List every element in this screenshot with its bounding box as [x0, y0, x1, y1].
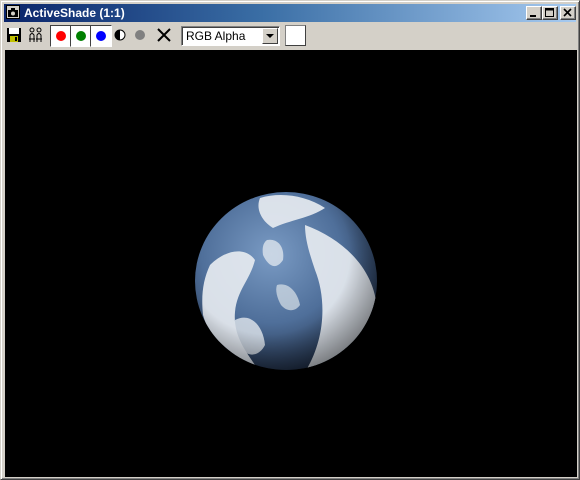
close-icon [563, 8, 572, 17]
clone-icon [29, 27, 42, 42]
maximize-icon [545, 8, 554, 17]
green-channel-button[interactable] [70, 25, 92, 47]
blue-dot-icon [96, 31, 106, 41]
toolbar: RGB Alpha [4, 23, 576, 49]
dropdown-arrow-button[interactable] [262, 28, 278, 44]
planet-render [195, 192, 377, 370]
gray-dot-icon [135, 30, 145, 40]
minimize-button[interactable] [526, 6, 542, 20]
blue-channel-button[interactable] [90, 25, 112, 47]
maximize-button[interactable] [542, 6, 558, 20]
save-image-button[interactable] [4, 25, 26, 47]
title-bar[interactable]: ActiveShade (1:1) [4, 4, 576, 22]
x-icon [157, 28, 171, 42]
clone-button[interactable] [26, 25, 48, 47]
close-button[interactable] [560, 6, 576, 20]
channel-select[interactable]: RGB Alpha [181, 26, 280, 46]
red-dot-icon [56, 31, 66, 41]
color-swatch[interactable] [285, 25, 306, 46]
green-dot-icon [76, 31, 86, 41]
clear-button[interactable] [154, 25, 176, 47]
red-channel-button[interactable] [50, 25, 72, 47]
monochrome-button[interactable] [110, 25, 132, 47]
window-title: ActiveShade (1:1) [24, 6, 125, 20]
render-viewport[interactable] [5, 50, 577, 477]
alpha-channel-button[interactable] [130, 25, 152, 47]
camera-icon[interactable] [6, 5, 20, 19]
activeshade-window: ActiveShade (1:1) RGB Alpha [0, 0, 580, 480]
chevron-down-icon [266, 34, 274, 38]
floppy-disk-icon [7, 28, 21, 42]
channel-select-value: RGB Alpha [186, 29, 246, 43]
minimize-icon [530, 15, 536, 17]
half-circle-icon [114, 29, 126, 41]
